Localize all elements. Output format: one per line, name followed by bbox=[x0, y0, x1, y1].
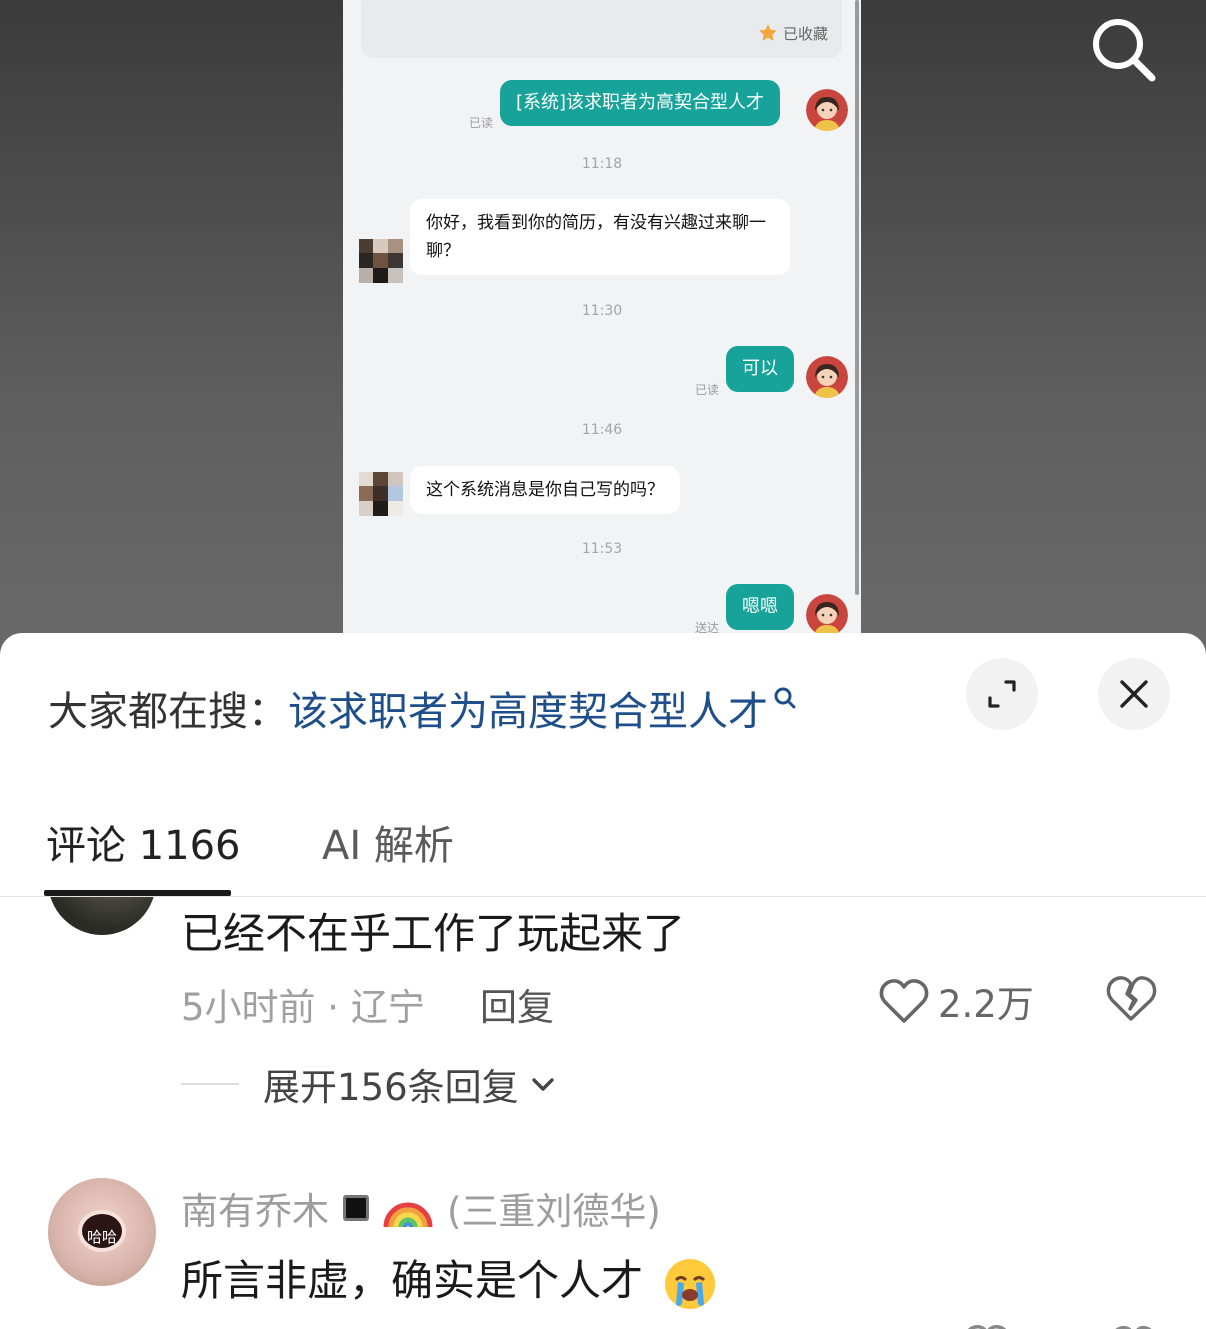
heart-icon bbox=[879, 979, 929, 1023]
expand-icon bbox=[988, 680, 1016, 708]
comment-text: 已经不在乎工作了玩起来了 bbox=[181, 909, 686, 958]
close-icon bbox=[1120, 680, 1148, 708]
other-avatar-mosaic bbox=[359, 472, 403, 516]
time-stamp: 11:53 bbox=[581, 541, 623, 557]
next-like-button[interactable] bbox=[962, 1323, 1012, 1329]
author-name: 南有乔木 bbox=[181, 1190, 329, 1233]
chevron-down-icon bbox=[531, 1078, 554, 1091]
hot-search-prefix: 大家都在搜： bbox=[48, 689, 288, 735]
time-stamp: 11:46 bbox=[581, 422, 623, 438]
my-avatar bbox=[806, 89, 848, 131]
message-bubble-other: 这个系统消息是你自己写的吗？ bbox=[410, 466, 680, 514]
tab-ai-analysis[interactable]: AI 解析 bbox=[322, 813, 454, 871]
read-status: 已读 bbox=[695, 383, 720, 397]
close-button[interactable] bbox=[1098, 658, 1170, 730]
chat-scrollbar bbox=[855, 0, 859, 595]
my-avatar bbox=[806, 594, 848, 636]
expand-divider bbox=[181, 1083, 239, 1085]
like-button[interactable]: 2.2万 bbox=[878, 974, 1034, 1028]
comment-sheet: 大家都在搜： 该求职者为高度契合型人才 评论 1166 AI 解析 已经不在乎工… bbox=[0, 633, 1206, 1329]
expand-replies[interactable]: 展开156条回复 bbox=[181, 1057, 557, 1111]
other-avatar-mosaic bbox=[359, 239, 403, 283]
crying-face-icon bbox=[665, 1258, 716, 1309]
chat-screenshot: 已收藏 已读 [系统]该求职者为高契合型人才 11:18 你好，我看到你的简历，… bbox=[343, 0, 861, 660]
comment-list[interactable]: 已经不在乎工作了玩起来了 5小时前 · 辽宁 回复 2.2万 展开156条回复 … bbox=[0, 897, 1206, 1329]
rainbow-icon bbox=[383, 1202, 433, 1228]
comment-avatar[interactable] bbox=[48, 897, 156, 935]
expand-replies-label: 展开156条回复 bbox=[263, 1066, 519, 1109]
message-bubble-me: 可以 bbox=[726, 346, 794, 392]
comment-text-wrap: 所言非虚，确实是个人才 bbox=[181, 1247, 718, 1312]
like-count: 2.2万 bbox=[938, 983, 1034, 1026]
comment-meta: 5小时前 · 辽宁 bbox=[181, 986, 425, 1029]
search-icon bbox=[1093, 19, 1156, 82]
job-card: 已收藏 bbox=[361, 0, 842, 58]
time-stamp: 11:30 bbox=[581, 303, 623, 319]
comment-avatar[interactable]: 哈哈 bbox=[48, 1178, 156, 1286]
message-bubble-other: 你好，我看到你的简历，有没有兴趣过来聊一聊？ bbox=[410, 199, 790, 275]
favorite-status: 已收藏 bbox=[757, 22, 828, 44]
time-stamp: 11:18 bbox=[581, 156, 623, 172]
hot-search-link[interactable]: 该求职者为高度契合型人才 bbox=[288, 679, 768, 737]
author-suffix: (三重刘德华) bbox=[447, 1190, 661, 1233]
heart-icon bbox=[967, 1324, 1007, 1329]
avatar-text: 哈哈 bbox=[86, 1228, 117, 1246]
favorite-label: 已收藏 bbox=[782, 24, 828, 43]
reply-button[interactable]: 回复 bbox=[480, 977, 554, 1031]
dislike-button[interactable] bbox=[1104, 973, 1158, 1023]
message-bubble-me: [系统]该求职者为高契合型人才 bbox=[500, 80, 781, 126]
message-bubble-me: 嗯嗯 bbox=[726, 584, 794, 630]
search-button[interactable] bbox=[1086, 12, 1160, 86]
next-dislike-button[interactable] bbox=[1108, 1323, 1158, 1329]
search-small-icon bbox=[774, 687, 796, 709]
comment-text: 所言非虚，确实是个人才 bbox=[181, 1256, 644, 1305]
tab-comments[interactable]: 评论 1166 bbox=[46, 813, 241, 871]
broken-heart-icon bbox=[1115, 1325, 1152, 1329]
expand-button[interactable] bbox=[966, 658, 1038, 730]
my-avatar bbox=[806, 356, 848, 398]
video-area[interactable]: 已收藏 已读 [系统]该求职者为高契合型人才 11:18 你好，我看到你的简历，… bbox=[0, 0, 1206, 660]
comment-author[interactable]: 南有乔木 (三重刘德华) bbox=[181, 1181, 661, 1235]
star-icon bbox=[759, 24, 777, 41]
author-badge bbox=[343, 1195, 369, 1221]
broken-heart-icon bbox=[1106, 976, 1157, 1021]
hot-search-bar[interactable]: 大家都在搜： 该求职者为高度契合型人才 bbox=[48, 679, 798, 737]
read-status: 已读 bbox=[469, 116, 494, 130]
